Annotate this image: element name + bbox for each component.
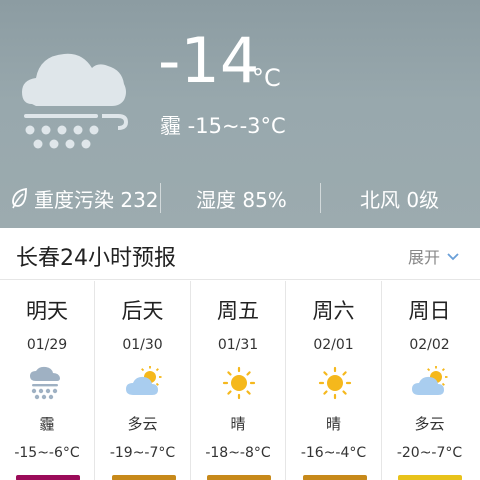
aqi-indicator-bar [207, 475, 271, 480]
today-description: 霾 -15~-3°C [160, 114, 286, 138]
chevron-down-icon [447, 253, 459, 261]
day-date: 01/29 [26, 337, 68, 353]
forecast-day[interactable]: 周五 01/31 晴 -18~-8°C [191, 281, 286, 480]
pollution-stat[interactable]: 重度污染 232 [10, 180, 159, 216]
day-condition: 多云 [127, 415, 158, 433]
day-temperature-range: -20~-7°C [396, 445, 463, 461]
aqi-indicator-bar [398, 475, 462, 480]
day-condition: 晴 [230, 415, 246, 433]
forecast-header: 长春24小时预报 展开 [0, 228, 480, 280]
partly-cloudy-icon [125, 366, 161, 395]
forecast-day[interactable]: 后天 01/30 多云 -19~-7°C [96, 281, 191, 480]
forecast-day[interactable]: 周日 02/02 多云 -20~-7°C [382, 281, 477, 480]
partly-cloudy-icon [412, 366, 448, 395]
expand-label: 展开 [407, 248, 440, 267]
humidity-stat: 湿度 85% [196, 180, 287, 216]
haze-night-icon [22, 32, 130, 149]
current-weather-panel: -14 °C 霾 -15~-3°C 重度污染 232 湿度 85% 北风 0级 [0, 0, 480, 228]
forecast-day[interactable]: 明天 01/29 霾 -15~-6°C [0, 281, 95, 480]
humidity-text: 湿度 85% [196, 187, 287, 212]
day-condition: 晴 [325, 415, 341, 433]
day-date: 02/02 [409, 337, 450, 353]
day-temperature-range: -16~-4°C [300, 445, 367, 461]
current-temperature: -14 [158, 24, 260, 97]
day-name: 周六 [312, 299, 355, 323]
wind-stat: 北风 0级 [360, 180, 439, 216]
expand-button[interactable]: 展开 [408, 244, 460, 268]
day-date: 01/30 [122, 337, 163, 353]
aqi-indicator-bar [111, 475, 176, 480]
stats-row: 重度污染 232 湿度 85% 北风 0级 [0, 180, 480, 216]
aqi-indicator-bar [302, 475, 367, 480]
day-name: 周日 [408, 299, 451, 323]
day-condition: 霾 [39, 415, 55, 433]
sunny-icon [318, 366, 351, 400]
temperature-unit: °C [252, 64, 281, 92]
day-name: 周五 [217, 299, 259, 323]
forecast-title: 长春24小时预报 [16, 246, 176, 271]
aqi-indicator-bar [16, 475, 80, 480]
day-temperature-range: -18~-8°C [205, 445, 271, 461]
haze-icon [30, 366, 60, 400]
stat-divider [320, 183, 321, 213]
day-name: 明天 [26, 299, 68, 323]
forecast-list: 明天 01/29 霾 -15~-6°C 后天 01/30 多云 -19~-7°C 周五 01/31… [0, 281, 480, 480]
day-temperature-range: -15~-6°C [14, 445, 80, 461]
sunny-icon [222, 366, 256, 400]
wind-text: 北风 0级 [360, 187, 440, 212]
stat-divider [160, 183, 161, 213]
day-name: 后天 [121, 299, 164, 323]
forecast-day[interactable]: 周六 02/01 晴 -16~-4°C [287, 281, 382, 480]
day-condition: 多云 [414, 415, 445, 433]
day-date: 02/01 [313, 337, 354, 353]
day-temperature-range: -19~-7°C [109, 445, 176, 461]
leaf-icon [12, 187, 27, 209]
day-date: 01/31 [217, 337, 259, 353]
pollution-text: 重度污染 232 [34, 187, 159, 212]
